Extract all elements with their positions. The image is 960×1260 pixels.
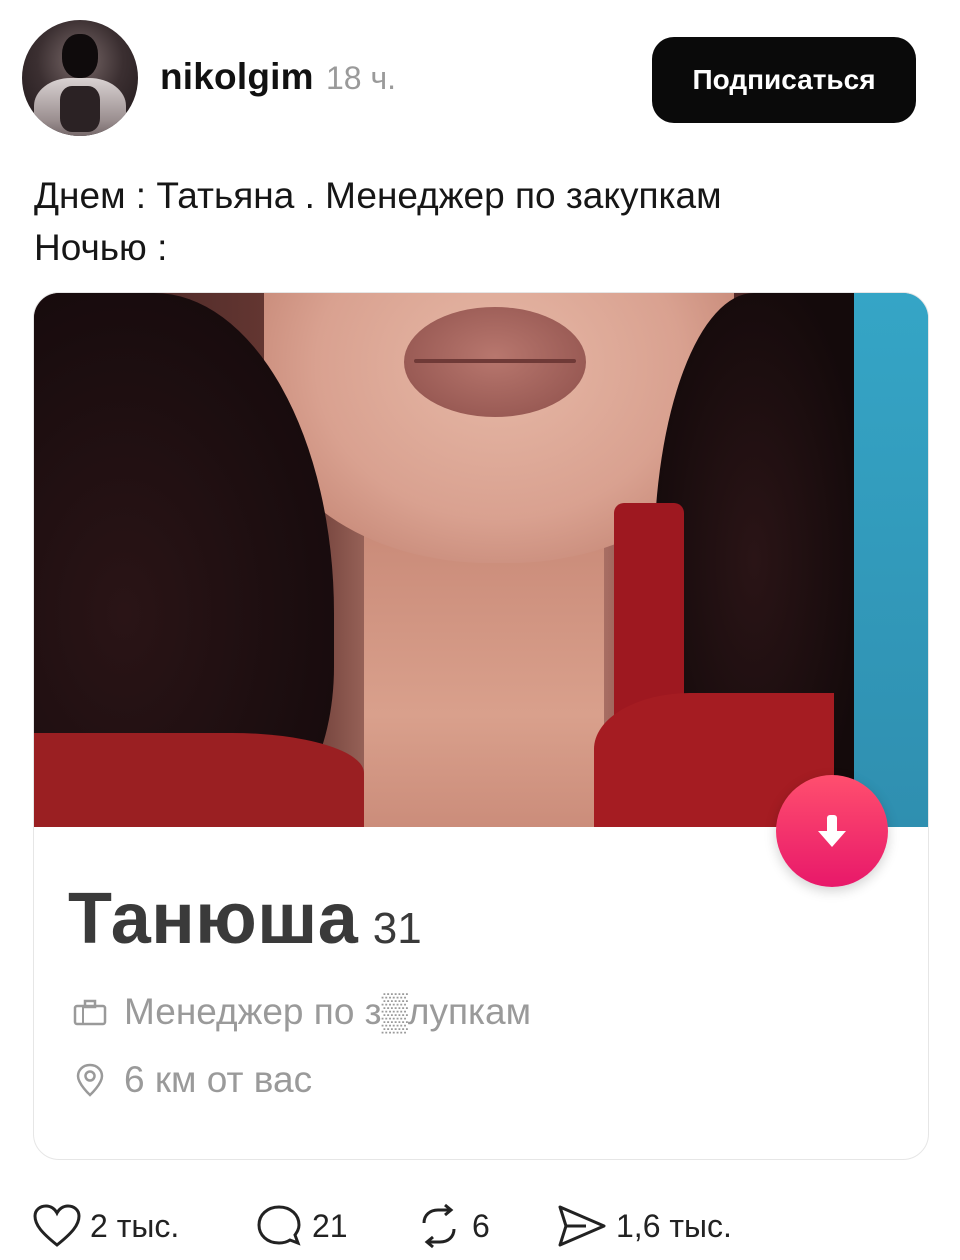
comment-icon bbox=[257, 1205, 301, 1246]
post-actions: 2 тыс. 21 6 1,6 тыс. bbox=[30, 1198, 930, 1254]
repost-icon bbox=[422, 1203, 456, 1249]
photo-neck bbox=[364, 523, 604, 827]
caption-line-2: Ночью : bbox=[34, 227, 168, 268]
profile-name-row: Танюша 31 bbox=[68, 878, 422, 960]
avatar-figure-head bbox=[62, 34, 98, 78]
profile-distance-row: 6 км от вас bbox=[68, 1059, 312, 1101]
post-caption: Днем : Татьяна . Менеджер по закупкам Но… bbox=[34, 170, 722, 274]
follow-button[interactable]: Подписаться bbox=[652, 37, 916, 123]
like-button[interactable]: 2 тыс. bbox=[32, 1198, 179, 1254]
photo-lip-line bbox=[414, 359, 576, 363]
username[interactable]: nikolgim bbox=[160, 56, 314, 98]
briefcase-icon bbox=[68, 992, 112, 1032]
expand-profile-button[interactable] bbox=[776, 775, 888, 887]
photo-clothing-left bbox=[34, 733, 364, 827]
repost-button[interactable]: 6 bbox=[414, 1198, 490, 1254]
comment-button[interactable]: 21 bbox=[254, 1198, 348, 1254]
avatar-figure-chest bbox=[60, 86, 100, 132]
share-count: 1,6 тыс. bbox=[616, 1207, 732, 1244]
comment-count: 21 bbox=[312, 1207, 348, 1244]
profile-distance: 6 км от вас bbox=[124, 1059, 313, 1100]
repost-count: 6 bbox=[472, 1207, 490, 1244]
caption-line-1: Днем : Татьяна . Менеджер по закупкам bbox=[34, 175, 722, 216]
profile-photo bbox=[34, 293, 928, 827]
send-icon bbox=[558, 1205, 606, 1247]
profile-age: 31 bbox=[372, 904, 422, 953]
arrow-down-icon bbox=[818, 815, 846, 847]
post-time: 18 ч. bbox=[326, 60, 397, 96]
location-pin-icon bbox=[68, 1060, 112, 1100]
heart-icon bbox=[33, 1204, 81, 1247]
avatar[interactable] bbox=[22, 20, 138, 136]
share-button[interactable]: 1,6 тыс. bbox=[556, 1198, 732, 1254]
profile-job-row: Менеджер по з▒лупкам bbox=[68, 991, 531, 1033]
like-count: 2 тыс. bbox=[90, 1207, 180, 1244]
post-image-card[interactable]: Танюша 31 Менеджер по з▒лупкам 6 км от в… bbox=[33, 292, 929, 1160]
profile-name: Танюша bbox=[68, 879, 359, 959]
profile-job: Менеджер по з▒лупкам bbox=[124, 991, 531, 1032]
